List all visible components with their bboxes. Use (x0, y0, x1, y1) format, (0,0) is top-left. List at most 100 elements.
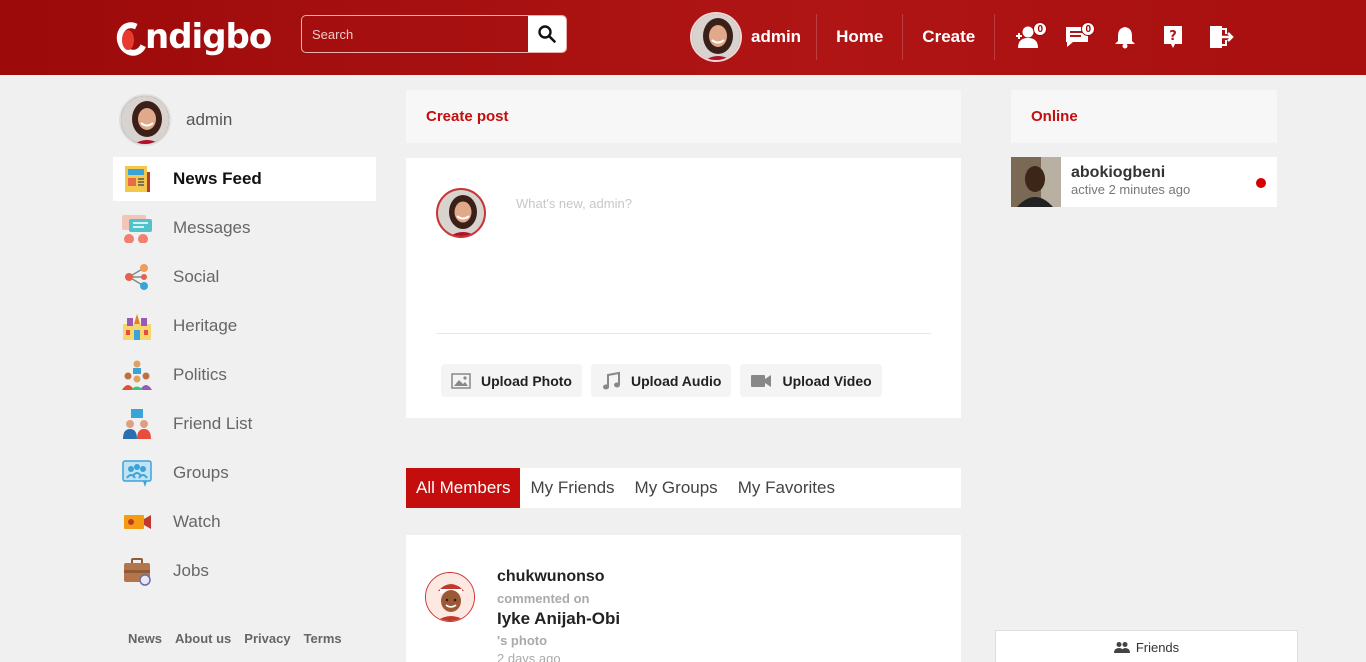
logout-icon (1210, 26, 1234, 48)
tab-my-friends[interactable]: My Friends (520, 468, 624, 508)
avatar (436, 188, 486, 238)
sidebar-item-label: Groups (173, 463, 229, 482)
avatar[interactable] (690, 12, 742, 62)
member-filter-tabs: All Members My Friends My Groups My Favo… (406, 468, 961, 508)
footer-link-about[interactable]: About us (175, 631, 231, 646)
heritage-icon (121, 310, 153, 342)
logout-button[interactable] (1197, 17, 1245, 57)
help-button[interactable]: ? (1149, 17, 1197, 57)
sidebar-item-social[interactable]: Social (113, 255, 376, 299)
sidebar-item-groups[interactable]: Groups (113, 451, 376, 495)
sidebar-item-politics[interactable]: Politics (113, 353, 376, 397)
site-logo[interactable]: ndigbo (112, 12, 272, 62)
image-icon (451, 372, 471, 389)
politics-icon (121, 359, 153, 391)
sidebar-item-watch[interactable]: Watch (113, 500, 376, 544)
messages-badge: 0 (1081, 22, 1096, 36)
sidebar-item-news-feed[interactable]: News Feed (113, 157, 376, 201)
main-nav: admin Home Create 0 0 ? (690, 12, 1245, 62)
sidebar-item-label: Jobs (173, 561, 209, 580)
avatar (119, 94, 171, 146)
sidebar-profile[interactable]: admin (113, 90, 376, 150)
avatar[interactable] (425, 572, 475, 622)
footer-link-privacy[interactable]: Privacy (244, 631, 290, 646)
friends-icon (121, 408, 153, 440)
online-title: Online (1031, 108, 1078, 125)
sidebar-item-friend-list[interactable]: Friend List (113, 402, 376, 446)
bell-icon (1115, 27, 1136, 49)
jobs-icon (121, 555, 153, 587)
sidebar-item-messages[interactable]: Messages (113, 206, 376, 250)
video-camera-icon (751, 374, 772, 387)
search-icon (538, 25, 556, 43)
search-bar (301, 15, 567, 53)
sidebar-item-label: Heritage (173, 316, 238, 335)
upload-audio-label: Upload Audio (631, 372, 722, 389)
messages-icon (121, 212, 153, 244)
sidebar-username: admin (186, 110, 233, 129)
sidebar-item-heritage[interactable]: Heritage (113, 304, 376, 348)
sidebar-item-jobs[interactable]: Jobs (113, 549, 376, 593)
sidebar-item-label: Social (173, 267, 220, 286)
online-user-item[interactable]: abokiogbeni active 2 minutes ago (1011, 157, 1277, 207)
divider (436, 333, 931, 334)
avatar (1011, 157, 1061, 207)
friend-requests-button[interactable]: 0 (1005, 17, 1053, 57)
upload-photo-label: Upload Photo (481, 372, 572, 389)
tab-my-favorites[interactable]: My Favorites (728, 468, 845, 508)
sidebar-menu: News Feed Messages Social Heritage Polit… (113, 157, 376, 593)
tab-my-groups[interactable]: My Groups (625, 468, 728, 508)
help-icon: ? (1164, 26, 1183, 48)
divider (994, 14, 996, 60)
messages-button[interactable]: 0 (1053, 17, 1101, 57)
logo-text: ndigbo (145, 17, 272, 57)
newsfeed-icon (121, 163, 153, 195)
upload-photo-button[interactable]: Upload Photo (441, 364, 582, 397)
search-button[interactable] (528, 16, 566, 52)
upload-video-button[interactable]: Upload Video (740, 364, 882, 397)
footer-link-terms[interactable]: Terms (304, 631, 342, 646)
watch-icon (121, 506, 153, 538)
footer-links: News About us Privacy Terms (128, 631, 342, 646)
sidebar-item-label: News Feed (173, 169, 262, 188)
create-post-header: Create post (406, 90, 961, 143)
music-note-icon (603, 371, 620, 389)
create-post-title: Create post (426, 108, 509, 125)
left-sidebar: admin News Feed Messages Social Heritage (113, 90, 376, 598)
activity-timestamp: 2 days ago (497, 651, 561, 662)
post-composer: What's new, admin? Upload Photo Upload A… (406, 158, 961, 418)
friends-chat-bar[interactable]: Friends (995, 630, 1298, 662)
sidebar-item-label: Watch (173, 512, 221, 531)
users-icon (1113, 642, 1130, 653)
notifications-button[interactable] (1101, 17, 1149, 57)
sidebar-item-label: Messages (173, 218, 251, 237)
footer-link-news[interactable]: News (128, 631, 162, 646)
upload-audio-button[interactable]: Upload Audio (591, 364, 732, 397)
top-navbar: ndigbo admin Home Create 0 0 (0, 0, 1366, 75)
upload-video-label: Upload Video (782, 372, 872, 389)
social-icon (121, 261, 153, 293)
post-text-input[interactable]: What's new, admin? (516, 196, 632, 211)
logo-mark-icon (112, 16, 152, 61)
activity-user-link[interactable]: chukwunonso (497, 568, 620, 586)
nav-create-link[interactable]: Create (903, 27, 994, 47)
nav-username[interactable]: admin (751, 27, 801, 47)
online-user-name: abokiogbeni (1071, 164, 1166, 181)
friend-requests-badge: 0 (1033, 22, 1048, 36)
activity-action: commented on (497, 591, 590, 606)
nav-home-link[interactable]: Home (817, 27, 902, 47)
activity-item: chukwunonso commented on Iyke Anijah-Obi… (406, 535, 961, 662)
svg-text:?: ? (1169, 29, 1177, 44)
friends-bar-label: Friends (1135, 639, 1180, 655)
groups-icon (121, 457, 153, 489)
activity-text: chukwunonso commented on Iyke Anijah-Obi… (497, 568, 620, 662)
tab-all-members[interactable]: All Members (406, 468, 521, 508)
online-header: Online (1011, 90, 1277, 143)
activity-object: 's photo (497, 633, 548, 648)
online-status-dot (1256, 178, 1266, 188)
search-input[interactable] (302, 16, 528, 52)
activity-target-link[interactable]: Iyke Anijah-Obi (497, 609, 620, 629)
upload-buttons: Upload Photo Upload Audio Upload Video (441, 364, 882, 397)
sidebar-item-label: Politics (173, 365, 227, 384)
sidebar-item-label: Friend List (173, 414, 253, 433)
